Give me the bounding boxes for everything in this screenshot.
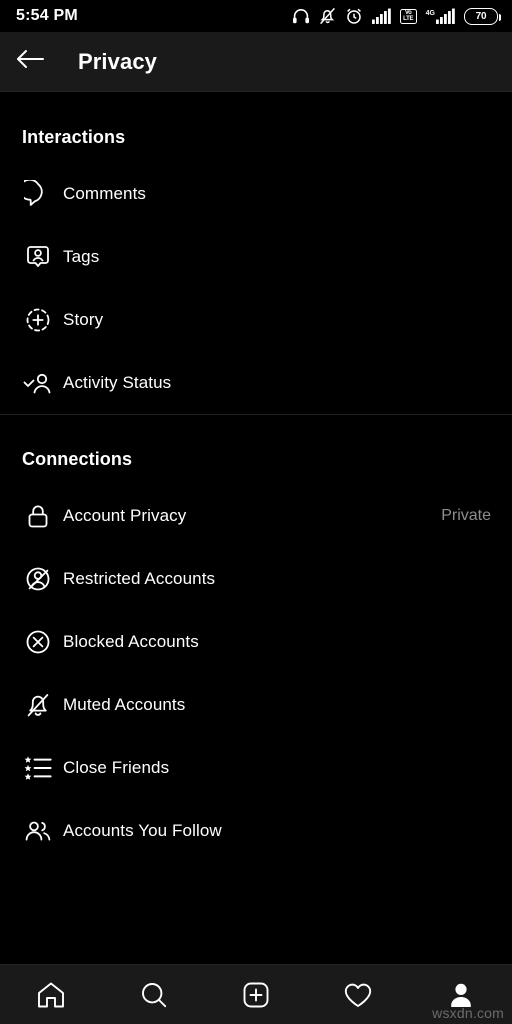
battery-level-label: 70 [475,10,487,22]
settings-row-label: Blocked Accounts [63,631,199,651]
home-icon [35,979,67,1011]
network-type-label: 4G [425,10,435,17]
status-bar-time: 5:54 PM [16,7,78,24]
blocked-circle-icon [22,626,54,658]
signal-bars-icon [371,8,391,24]
settings-row-tags[interactable]: Tags [0,225,512,288]
signal-bars-4g-icon: 4G [426,8,455,24]
alarm-clock-icon [345,7,363,25]
back-arrow-icon [15,47,45,76]
phone-screen: 5:54 PM Vo LTE 4G 70 Privacy Interaction… [0,0,512,1024]
nav-activity[interactable] [307,965,409,1024]
settings-list: Interactions Comments Tags Story Activit… [0,93,512,964]
settings-row-label: Muted Accounts [63,694,186,714]
section-header-connections: Connections [22,449,133,469]
section-header-interactions: Interactions [22,127,126,147]
settings-row-close-friends[interactable]: Close Friends [0,736,512,799]
settings-row-label: Activity Status [63,372,172,392]
site-watermark: wsxdn.com [432,1005,504,1021]
settings-row-comments[interactable]: Comments [0,162,512,225]
heart-icon [342,979,374,1011]
battery-icon: 70 [464,7,501,25]
settings-row-account-privacy[interactable]: Account Privacy Private [0,484,512,547]
volte-bottom-label: LTE [403,16,414,22]
settings-row-label: Story [63,309,104,329]
restricted-user-icon [22,563,54,595]
settings-row-label: Close Friends [63,757,170,777]
back-button[interactable] [0,32,60,92]
bell-muted-icon [22,689,54,721]
story-plus-icon [22,304,54,336]
settings-row-restricted-accounts[interactable]: Restricted Accounts [0,547,512,610]
settings-row-accounts-you-follow[interactable]: Accounts You Follow [0,799,512,862]
volte-icon: Vo LTE [399,8,417,24]
settings-row-story[interactable]: Story [0,288,512,351]
settings-row-label: Comments [63,183,146,203]
activity-status-icon [22,367,54,399]
star-list-icon [22,752,54,784]
settings-row-label: Account Privacy [63,505,187,525]
lock-icon [22,500,54,532]
comment-bubble-icon [22,178,54,210]
nav-create[interactable] [205,965,307,1024]
create-icon [240,979,272,1011]
page-title: Privacy [78,48,157,74]
status-bar: 5:54 PM Vo LTE 4G 70 [0,0,512,32]
two-people-icon [22,815,54,847]
bell-off-icon [319,7,336,25]
nav-search[interactable] [102,965,204,1024]
settings-row-label: Tags [63,246,100,266]
settings-row-label: Restricted Accounts [63,568,216,588]
settings-row-blocked-accounts[interactable]: Blocked Accounts [0,610,512,673]
account-privacy-value: Private [441,506,491,524]
settings-row-activity-status[interactable]: Activity Status [0,351,512,414]
headphones-icon [292,8,310,24]
status-bar-icons: Vo LTE 4G 70 [292,7,501,25]
app-bar: Privacy [0,32,512,92]
settings-row-muted-accounts[interactable]: Muted Accounts [0,673,512,736]
settings-row-label: Accounts You Follow [63,820,222,840]
tag-person-icon [22,241,54,273]
search-icon [138,979,170,1011]
nav-home[interactable] [0,965,102,1024]
